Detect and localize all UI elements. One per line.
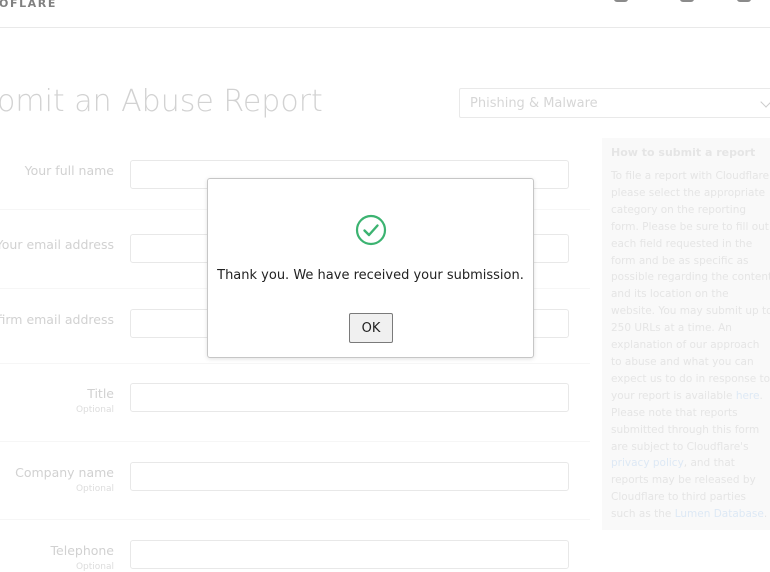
ok-button[interactable]: OK xyxy=(349,313,393,343)
check-circle-icon xyxy=(355,214,387,246)
confirmation-dialog: Thank you. We have received your submiss… xyxy=(207,178,534,358)
dialog-message: Thank you. We have received your submiss… xyxy=(217,268,524,283)
